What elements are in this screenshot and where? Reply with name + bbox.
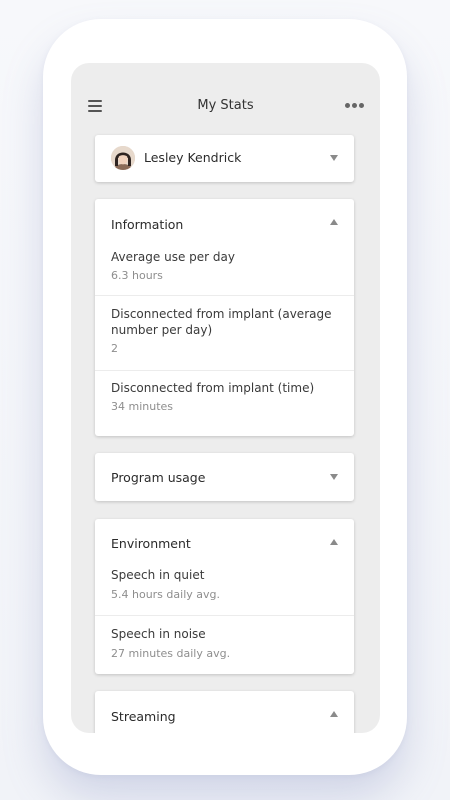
top-app-bar: My Stats (71, 91, 380, 123)
list-item: Average use per day 6.3 hours (95, 247, 354, 295)
chevron-down-icon[interactable] (330, 155, 338, 161)
more-options-icon[interactable] (345, 103, 365, 109)
chevron-up-icon[interactable] (330, 539, 338, 545)
streaming-section-title[interactable]: Streaming (111, 709, 176, 724)
stat-value: 6.3 hours (111, 269, 163, 282)
list-item: Speech in noise 27 minutes daily avg. (95, 616, 354, 672)
list-item: Disconnected from implant (time) 34 minu… (95, 371, 354, 431)
stat-label: Disconnected from implant (average numbe… (111, 307, 332, 337)
environment-section: Environment Speech in quiet 5.4 hours da… (95, 519, 354, 674)
environment-section-title[interactable]: Environment (111, 536, 191, 551)
user-avatar (111, 146, 135, 170)
information-section: Information Average use per day 6.3 hour… (95, 199, 354, 436)
stat-label: Average use per day (111, 250, 235, 264)
stat-label: Speech in quiet (111, 568, 205, 582)
stat-value: 2 (111, 342, 118, 355)
stat-label: Speech in noise (111, 627, 206, 641)
chevron-up-icon[interactable] (330, 711, 338, 717)
chevron-up-icon[interactable] (330, 219, 338, 225)
profile-name: Lesley Kendrick (144, 150, 242, 165)
stat-value: 34 minutes (111, 400, 174, 413)
streaming-section: Streaming (95, 691, 354, 733)
app-screen: My Stats Lesley Kendrick Information Ave… (71, 63, 380, 733)
program-usage-section[interactable]: Program usage (95, 453, 354, 501)
page-title: My Stats (197, 98, 254, 113)
list-item: Disconnected from implant (average numbe… (95, 296, 354, 370)
list-item: Speech in quiet 5.4 hours daily avg. (95, 565, 354, 615)
information-section-title[interactable]: Information (111, 217, 183, 232)
chevron-down-icon[interactable] (330, 474, 338, 480)
program-usage-section-title: Program usage (111, 470, 206, 485)
stat-value: 27 minutes daily avg. (111, 647, 231, 660)
stat-label: Disconnected from implant (time) (111, 381, 315, 395)
profile-selector[interactable]: Lesley Kendrick (95, 135, 354, 182)
stat-value: 5.4 hours daily avg. (111, 588, 220, 601)
